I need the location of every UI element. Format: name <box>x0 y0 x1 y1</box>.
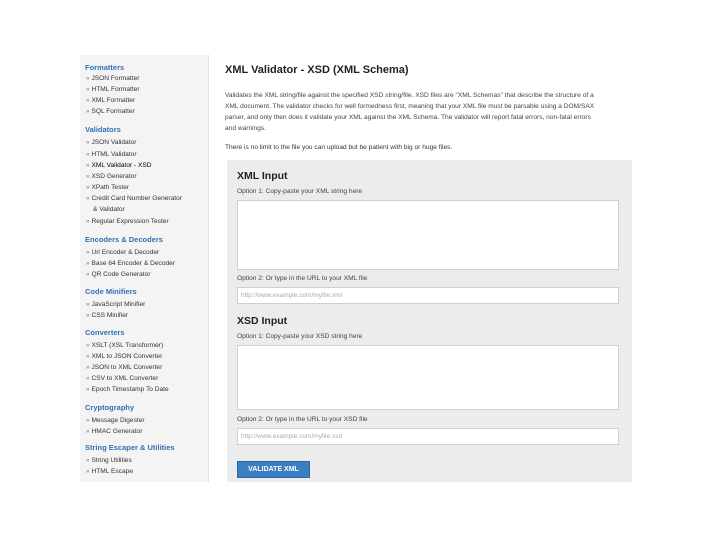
xml-option2-label: Option 2: Or type in the URL to your XML… <box>237 275 368 282</box>
description-line: Validates the XML string/file against th… <box>225 92 594 99</box>
sidebar-item-html-formatter[interactable]: » HTML Formatter <box>86 86 140 93</box>
sidebar-item-js-minifier[interactable]: » JavaScript Minifier <box>86 301 145 308</box>
sidebar-section-minifiers: Code Minifiers <box>85 287 137 296</box>
double-right-arrow-icon: » <box>86 342 90 349</box>
sidebar-section-converters: Converters <box>85 328 125 337</box>
double-right-arrow-icon: » <box>86 195 90 202</box>
double-right-arrow-icon: » <box>86 162 90 169</box>
description-line: and warnings. <box>225 125 267 132</box>
double-right-arrow-icon: » <box>86 468 90 475</box>
sidebar-item-xpath-tester[interactable]: » XPath Tester <box>86 184 129 191</box>
sidebar-item-xml-validator-xsd[interactable]: » XML Validator - XSD <box>86 162 152 169</box>
double-right-arrow-icon: » <box>86 375 90 382</box>
sidebar-item-html-escape[interactable]: » HTML Escape <box>86 468 133 475</box>
sidebar-item-epoch-timestamp[interactable]: » Epoch Timestamp To Date <box>86 386 169 393</box>
description-line: parser, and only then does it validate y… <box>225 114 591 121</box>
double-right-arrow-icon: » <box>86 417 90 424</box>
sidebar-item-xsd-generator[interactable]: » XSD Generator <box>86 173 137 180</box>
double-right-arrow-icon: » <box>86 108 90 115</box>
double-right-arrow-icon: » <box>86 173 90 180</box>
sidebar-item-sql-formatter[interactable]: » SQL Formatter <box>86 108 135 115</box>
sidebar-item-css-minifier[interactable]: » CSS Minifier <box>86 312 128 319</box>
sidebar-item-message-digester[interactable]: » Message Digester <box>86 417 145 424</box>
sidebar-item-regex-tester[interactable]: » Regular Expression Tester <box>86 218 169 225</box>
double-right-arrow-icon: » <box>86 428 90 435</box>
sidebar-item-xml-to-json[interactable]: » XML to JSON Converter <box>86 353 162 360</box>
upload-note: There is no limit to the file you can up… <box>225 144 453 151</box>
double-right-arrow-icon: » <box>86 312 90 319</box>
sidebar-item-string-utilities[interactable]: » String Utilities <box>86 457 132 464</box>
double-right-arrow-icon: » <box>86 457 90 464</box>
xml-option1-label: Option 1: Copy-paste your XML string her… <box>237 188 363 195</box>
sidebar-section-string-escaper: String Escaper & Utilities <box>85 443 175 452</box>
xml-input-title: XML Input <box>237 170 288 182</box>
sidebar-item-base64[interactable]: » Base 64 Encoder & Decoder <box>86 260 175 267</box>
xsd-url-input[interactable]: http://www.example.com/myfile.xsd <box>237 428 619 445</box>
double-right-arrow-icon: » <box>86 301 90 308</box>
sidebar-section-cryptography: Cryptography <box>85 403 135 412</box>
double-right-arrow-icon: » <box>86 364 90 371</box>
sidebar-section-formatters: Formatters <box>85 63 125 72</box>
sidebar-item-hmac-generator[interactable]: » HMAC Generator <box>86 428 142 435</box>
sidebar-item-json-formatter[interactable]: » JSON Formatter <box>86 75 139 82</box>
double-right-arrow-icon: » <box>86 249 90 256</box>
double-right-arrow-icon: » <box>86 271 90 278</box>
sidebar-item-json-to-xml[interactable]: » JSON to XML Converter <box>86 364 162 371</box>
sidebar-section-encoders: Encoders & Decoders <box>85 235 163 244</box>
sidebar-item-xml-formatter[interactable]: » XML Formatter <box>86 97 135 104</box>
main-content: XML Validator - XSD (XML Schema) Validat… <box>225 55 632 482</box>
xml-string-textarea[interactable] <box>237 200 619 270</box>
double-right-arrow-icon: » <box>86 353 90 360</box>
xml-url-input[interactable]: http://www.example.com/myfile.xml <box>237 287 619 304</box>
double-right-arrow-icon: » <box>86 139 90 146</box>
xsd-input-title: XSD Input <box>237 315 288 327</box>
xsd-option2-label: Option 2: Or type in the URL to your XSD… <box>237 416 368 423</box>
page-title: XML Validator - XSD (XML Schema) <box>225 64 409 76</box>
xsd-option1-label: Option 1: Copy-paste your XSD string her… <box>237 333 363 340</box>
sidebar-section-validators: Validators <box>85 125 121 134</box>
sidebar-item-credit-card-validator[interactable]: & Validator <box>93 206 125 213</box>
sidebar-item-xslt[interactable]: » XSLT (XSL Transformer) <box>86 342 163 349</box>
double-right-arrow-icon: » <box>86 75 90 82</box>
double-right-arrow-icon: » <box>86 386 90 393</box>
double-right-arrow-icon: » <box>86 218 90 225</box>
page: Formatters » JSON Formatter » HTML Formatt… <box>80 55 632 482</box>
xsd-string-textarea[interactable] <box>237 345 619 410</box>
sidebar-nav: Formatters » JSON Formatter » HTML Formatt… <box>80 55 209 482</box>
sidebar-item-html-validator[interactable]: » HTML Validator <box>86 151 137 158</box>
sidebar-item-credit-card-generator[interactable]: » Credit Card Number Generator <box>86 195 182 202</box>
double-right-arrow-icon: » <box>86 184 90 191</box>
sidebar-item-qr-generator[interactable]: » QR Code Generator <box>86 271 150 278</box>
sidebar-item-url-encoder[interactable]: » Url Encoder & Decoder <box>86 249 159 256</box>
double-right-arrow-icon: » <box>86 86 90 93</box>
double-right-arrow-icon: » <box>86 260 90 267</box>
description-line: XML document. The validator checks for w… <box>225 103 595 110</box>
double-right-arrow-icon: » <box>86 97 90 104</box>
validate-xml-button[interactable]: VALIDATE XML <box>237 461 310 478</box>
validator-form: XML Input Option 1: Copy-paste your XML … <box>227 160 632 482</box>
double-right-arrow-icon: » <box>86 151 90 158</box>
sidebar-item-csv-to-xml[interactable]: » CSV to XML Converter <box>86 375 158 382</box>
sidebar-item-json-validator[interactable]: » JSON Validator <box>86 139 136 146</box>
